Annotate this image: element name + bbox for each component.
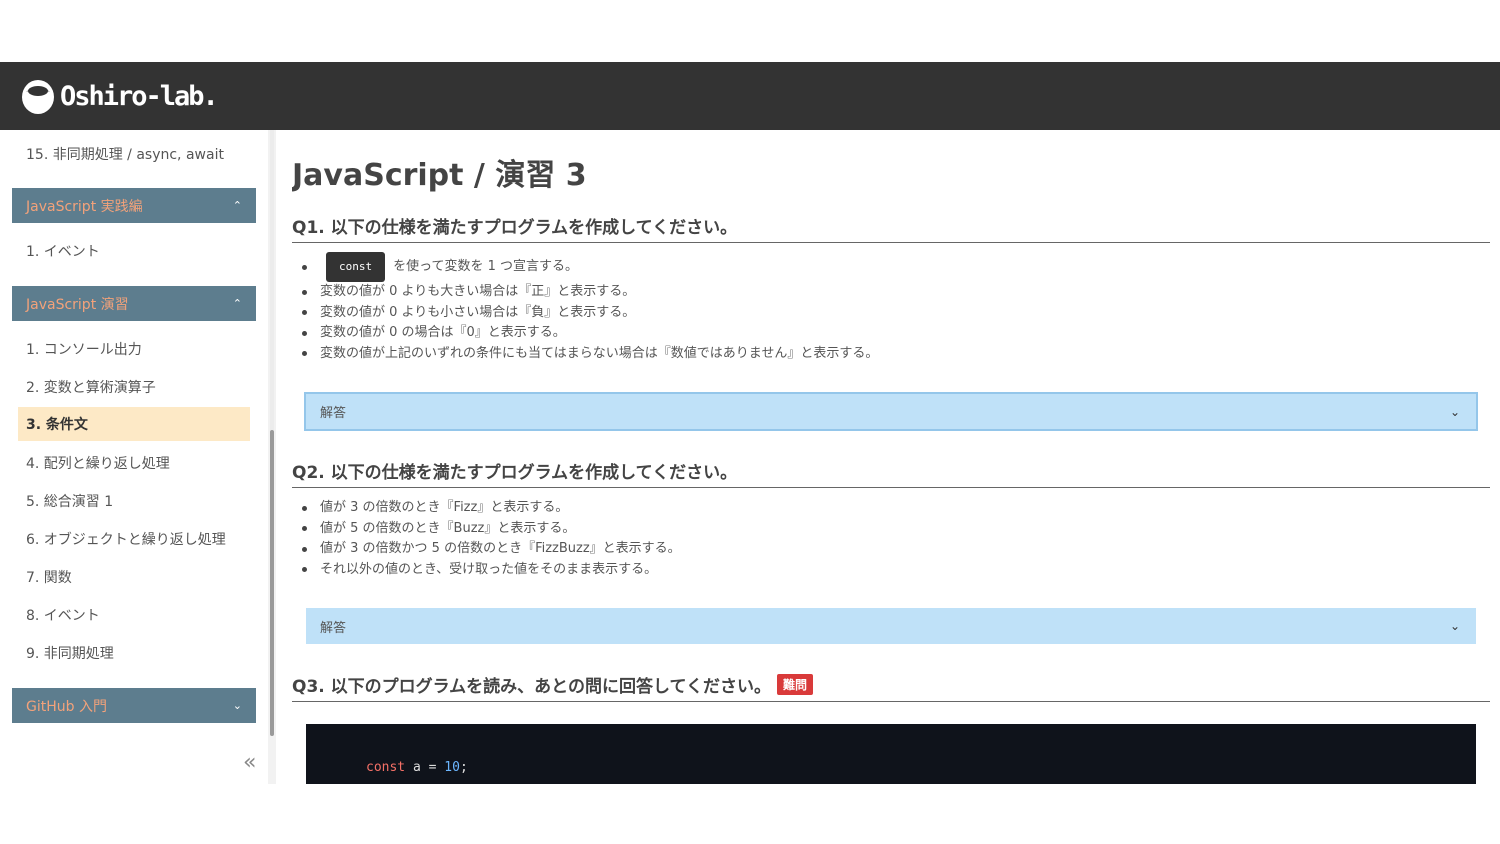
scrollbar-track <box>270 130 274 430</box>
sidebar-item-functions[interactable]: 7. 関数 <box>26 567 72 587</box>
section-title: JavaScript 実践編 <box>26 198 143 215</box>
list-item: 変数の値が 0 の場合は『0』と表示する。 <box>302 323 878 344</box>
bullet-icon <box>302 505 307 511</box>
bullet-icon <box>302 289 307 295</box>
list-item: 値が 5 の倍数のとき『Buzz』と表示する。 <box>302 519 681 540</box>
list-item-text: 変数の値が 0 よりも大きい場合は『正』と表示する。 <box>320 284 636 299</box>
list-item: 変数の値が 0 よりも小さい場合は『負』と表示する。 <box>302 303 878 324</box>
list-item: 値が 3 の倍数のとき『Fizz』と表示する。 <box>302 498 681 519</box>
sidebar-item-conditionals-active[interactable]: 3. 条件文 <box>18 407 250 441</box>
bullet-icon <box>302 330 307 336</box>
section-title: JavaScript 演習 <box>26 296 129 313</box>
code-number: 10 <box>444 760 460 775</box>
sidebar-item-console-output[interactable]: 1. コンソール出力 <box>26 339 142 359</box>
list-item-text: 変数の値が 0 よりも小さい場合は『負』と表示する。 <box>320 304 636 320</box>
q2-title: Q2. 以下の仕様を満たすプログラムを作成してください。 <box>292 458 1490 488</box>
q3-title-text: Q3. 以下のプログラムを読み、あとの問に回答してください。 <box>292 677 771 697</box>
q1-title: Q1. 以下の仕様を満たすプログラムを作成してください。 <box>292 213 1490 243</box>
list-item-text: 値が 5 の倍数のとき『Buzz』と表示する。 <box>320 520 576 536</box>
bullet-icon <box>302 310 307 316</box>
sidebar-item-review-1[interactable]: 5. 総合演習 1 <box>26 491 113 511</box>
answer-label: 解答 <box>320 620 347 636</box>
sidebar-item-async[interactable]: 9. 非同期処理 <box>26 643 114 663</box>
bullet-icon <box>302 567 307 573</box>
q1-answer-accordion[interactable]: 解答 ⌄ <box>304 392 1478 431</box>
code-text-end: ; <box>459 760 468 775</box>
q2-answer-accordion[interactable]: 解答 ⌄ <box>306 608 1476 644</box>
difficulty-badge: 難問 <box>776 674 813 695</box>
list-item-text: 値が 3 の倍数かつ 5 の倍数のとき『FizzBuzz』と表示する。 <box>320 541 681 556</box>
answer-label: 解答 <box>320 406 347 421</box>
list-item: 値が 3 の倍数かつ 5 の倍数のとき『FizzBuzz』と表示する。 <box>302 539 681 560</box>
inline-code: const <box>326 251 386 283</box>
sidebar-section-github[interactable]: GitHub 入門 ⌄ <box>12 688 256 723</box>
list-item: それ以外の値のとき、受け取った値をそのまま表示する。 <box>302 560 681 581</box>
sidebar-item-event[interactable]: 1. イベント <box>26 241 100 261</box>
list-item-text: 変数の値が上記のいずれの条件にも当てはまらない場合は『数値ではありません』と表示… <box>320 345 879 361</box>
sidebar-nav: 15. 非同期処理 / async, await JavaScript 実践編 … <box>0 130 276 784</box>
bullet-icon <box>302 526 307 532</box>
q1-bullet-list: const を使って変数を 1 つ宣言する。 変数の値が 0 よりも大きい場合は… <box>302 251 878 365</box>
list-item-text: それ以外の値のとき、受け取った値をそのまま表示する。 <box>320 561 658 577</box>
sidebar-section-js-practice[interactable]: JavaScript 実践編 ⌃ <box>12 188 256 223</box>
chevron-down-icon: ⌄ <box>232 699 242 712</box>
list-item-text: 値が 3 の倍数のとき『Fizz』と表示する。 <box>320 500 569 515</box>
page-title: JavaScript / 演習 3 <box>292 158 587 193</box>
sidebar-item-arrays-loops[interactable]: 4. 配列と繰り返し処理 <box>26 453 170 473</box>
site-logo[interactable]: Oshiro-lab. <box>20 76 219 116</box>
chevron-up-icon: ⌃ <box>232 297 242 310</box>
section-title: GitHub 入門 <box>26 698 107 715</box>
bullet-icon <box>302 264 307 270</box>
logo-mark-icon <box>22 80 54 114</box>
sidebar-item-objects-loops[interactable]: 6. オブジェクトと繰り返し処理 <box>26 529 226 549</box>
site-header: Oshiro-lab. <box>0 62 1500 130</box>
code-keyword: const <box>366 760 406 775</box>
list-item: 変数の値が 0 よりも大きい場合は『正』と表示する。 <box>302 282 878 303</box>
sidebar-link-async-await[interactable]: 15. 非同期処理 / async, await <box>26 144 224 164</box>
collapse-sidebar-icon[interactable]: « <box>243 750 256 775</box>
sidebar-section-js-exercises[interactable]: JavaScript 演習 ⌃ <box>12 286 256 321</box>
chevron-down-icon: ⌄ <box>1449 619 1460 633</box>
code-block: const a = 10; <box>306 724 1476 784</box>
logo-text: Oshiro-lab. <box>60 80 219 112</box>
sidebar-scrollbar[interactable] <box>268 130 276 784</box>
code-text: a = <box>405 760 445 775</box>
q3-title: Q3. 以下のプログラムを読み、あとの問に回答してください。 難問 <box>292 672 1490 702</box>
list-item-text: を使って変数を 1 つ宣言する。 <box>393 258 579 274</box>
sidebar-item-events[interactable]: 8. イベント <box>26 605 100 625</box>
sidebar-item-variables[interactable]: 2. 変数と算術演算子 <box>26 377 156 397</box>
q2-bullet-list: 値が 3 の倍数のとき『Fizz』と表示する。 値が 5 の倍数のとき『Buzz… <box>302 498 681 580</box>
list-item: 変数の値が上記のいずれの条件にも当てはまらない場合は『数値ではありません』と表示… <box>302 344 878 365</box>
list-item: const を使って変数を 1 つ宣言する。 <box>302 251 878 283</box>
bullet-icon <box>302 546 307 552</box>
main-content: JavaScript / 演習 3 Q1. 以下の仕様を満たすプログラムを作成し… <box>292 130 1490 784</box>
chevron-up-icon: ⌃ <box>232 199 242 212</box>
list-item-text: 変数の値が 0 の場合は『0』と表示する。 <box>320 325 566 340</box>
chevron-down-icon: ⌄ <box>1449 404 1460 419</box>
bullet-icon <box>302 351 307 357</box>
scrollbar-thumb[interactable] <box>270 430 274 736</box>
